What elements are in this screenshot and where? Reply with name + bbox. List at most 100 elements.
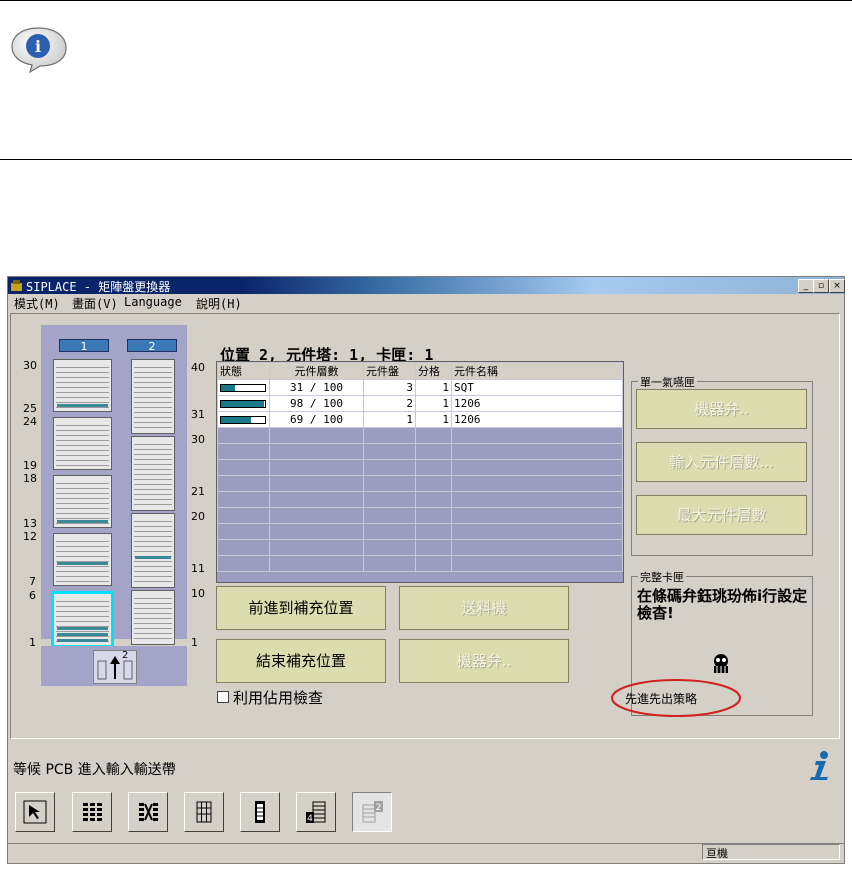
magazine-stack[interactable]: [131, 436, 175, 511]
magazine-stack[interactable]: [131, 359, 175, 434]
col-slot: 分格: [415, 362, 452, 380]
highlight-ellipse: [611, 679, 741, 717]
empty-row: [217, 523, 623, 540]
magazine-stack[interactable]: [53, 533, 112, 586]
complete-cassette-caption: 完整卡匣: [638, 569, 686, 585]
barcode-message: 在條碼弁鈺珧玢佈i行設定檢杳!: [637, 587, 808, 622]
scale-left: 25: [23, 402, 37, 415]
svg-text:i: i: [35, 37, 41, 56]
maximize-button[interactable]: ▫: [813, 279, 829, 293]
menu-mode[interactable]: 模式(M): [14, 295, 60, 312]
matrix-icon: [83, 803, 102, 821]
table-row[interactable]: 69 / 100 1 1 1206: [217, 411, 623, 428]
stack-4-label: 4: [307, 814, 313, 824]
fill-bar: [220, 416, 266, 424]
top-rule: [0, 0, 852, 1]
app-icon: [11, 280, 22, 291]
stack-4-icon: 4: [306, 801, 326, 824]
scale-right: 11: [191, 562, 205, 575]
matrix-cross-button[interactable]: [128, 792, 168, 832]
film-strip-button[interactable]: [240, 792, 280, 832]
cell-name: 1206: [451, 395, 623, 412]
table-row[interactable]: 31 / 100 3 1 SQT: [217, 379, 623, 396]
scale-right: 31: [191, 408, 205, 421]
empty-row: [217, 443, 623, 460]
scale-right: 21: [191, 485, 205, 498]
pointer-button[interactable]: [15, 792, 55, 832]
stack-4-button[interactable]: 4: [296, 792, 336, 832]
main-panel: 1 2 30 25 24 19 18 13 12 7 6 1 40 31 30 …: [10, 313, 840, 739]
input-count-button[interactable]: 輸入元件層數...: [636, 442, 807, 482]
status-pane-right: 亘機: [702, 844, 840, 860]
scale-left: 13: [23, 517, 37, 530]
scale-right: 30: [191, 433, 205, 446]
cell-count: 69 / 100: [269, 411, 364, 428]
tower-tag-2: 2: [127, 339, 177, 353]
scale-left: 1: [29, 636, 36, 649]
end-fill-button[interactable]: 結束補充位置: [216, 639, 386, 683]
menu-help[interactable]: 說明(H): [196, 295, 242, 312]
empty-row: [217, 555, 623, 572]
machine-center-right-button[interactable]: 機器弁..: [636, 389, 807, 429]
magazine-stack-selected[interactable]: [51, 591, 114, 648]
cell-slot: 1: [415, 395, 452, 412]
cell-count: 98 / 100: [269, 395, 364, 412]
magazine-stack[interactable]: [53, 475, 112, 528]
empty-row: [217, 459, 623, 476]
scale-right: 40: [191, 361, 205, 374]
matrix-view-button[interactable]: [72, 792, 112, 832]
machine-center-button[interactable]: 機器弁..: [399, 639, 569, 683]
table-row[interactable]: 98 / 100 2 1 1206: [217, 395, 623, 412]
cell-name: SQT: [451, 379, 623, 396]
window-title: SIPLACE - 矩陣盤更換器: [26, 280, 171, 294]
menu-view[interactable]: 畫面(V): [72, 295, 118, 312]
minimize-button[interactable]: _: [798, 279, 814, 293]
empty-row: [217, 427, 623, 444]
col-tray: 元件盤: [363, 362, 416, 380]
stack-2-icon: 2: [362, 801, 383, 823]
menu-bar: 模式(M) 畫面(V) Language 說明(H): [8, 294, 844, 311]
empty-row: [217, 507, 623, 524]
tower-direction-button[interactable]: 2: [93, 650, 137, 684]
cell-tray: 3: [363, 379, 416, 396]
pointer-icon: [23, 800, 47, 824]
barcode-scanner-icon: [714, 654, 728, 673]
occupancy-checkbox[interactable]: [217, 691, 229, 703]
info-bubble-icon: i: [11, 27, 67, 74]
close-button[interactable]: ×: [829, 279, 845, 293]
magazine-stack[interactable]: [131, 513, 175, 588]
info-i-icon[interactable]: [802, 749, 836, 783]
matrix-cross-icon: [139, 803, 158, 821]
advance-to-fill-button[interactable]: 前進到補充位置: [216, 586, 386, 630]
grid-icon: [196, 801, 212, 823]
stack-2-label: 2: [376, 803, 382, 813]
tower-tag-1: 1: [59, 339, 109, 353]
col-status: 狀態: [217, 362, 270, 380]
scale-left: 12: [23, 530, 37, 543]
scale-left: 30: [23, 359, 37, 372]
fill-bar: [220, 400, 266, 408]
scale-left: 24: [23, 415, 37, 428]
magazine-stack[interactable]: [131, 590, 175, 645]
col-count: 元件層數: [269, 362, 364, 380]
fill-bar: [220, 384, 266, 392]
stack-2-button[interactable]: 2: [352, 792, 392, 832]
menu-language[interactable]: Language: [124, 295, 182, 309]
arrow-up-icon: [97, 656, 133, 680]
cell-name: 1206: [451, 411, 623, 428]
col-name: 元件名稱: [451, 362, 623, 380]
scale-right: 10: [191, 587, 205, 600]
occupancy-label: 利用佔用檢查: [233, 689, 324, 707]
scale-left: 6: [29, 589, 36, 602]
max-count-button[interactable]: 最大元件層數: [636, 495, 807, 535]
magazine-stack[interactable]: [53, 359, 112, 412]
magazine-stack[interactable]: [53, 417, 112, 470]
cell-tray: 2: [363, 395, 416, 412]
feeder-button[interactable]: 送料機: [399, 586, 569, 630]
scale-left: 18: [23, 472, 37, 485]
grid-button[interactable]: [184, 792, 224, 832]
scale-left: 19: [23, 459, 37, 472]
cell-slot: 1: [415, 411, 452, 428]
empty-row: [217, 539, 623, 556]
section-rule: [0, 159, 852, 160]
